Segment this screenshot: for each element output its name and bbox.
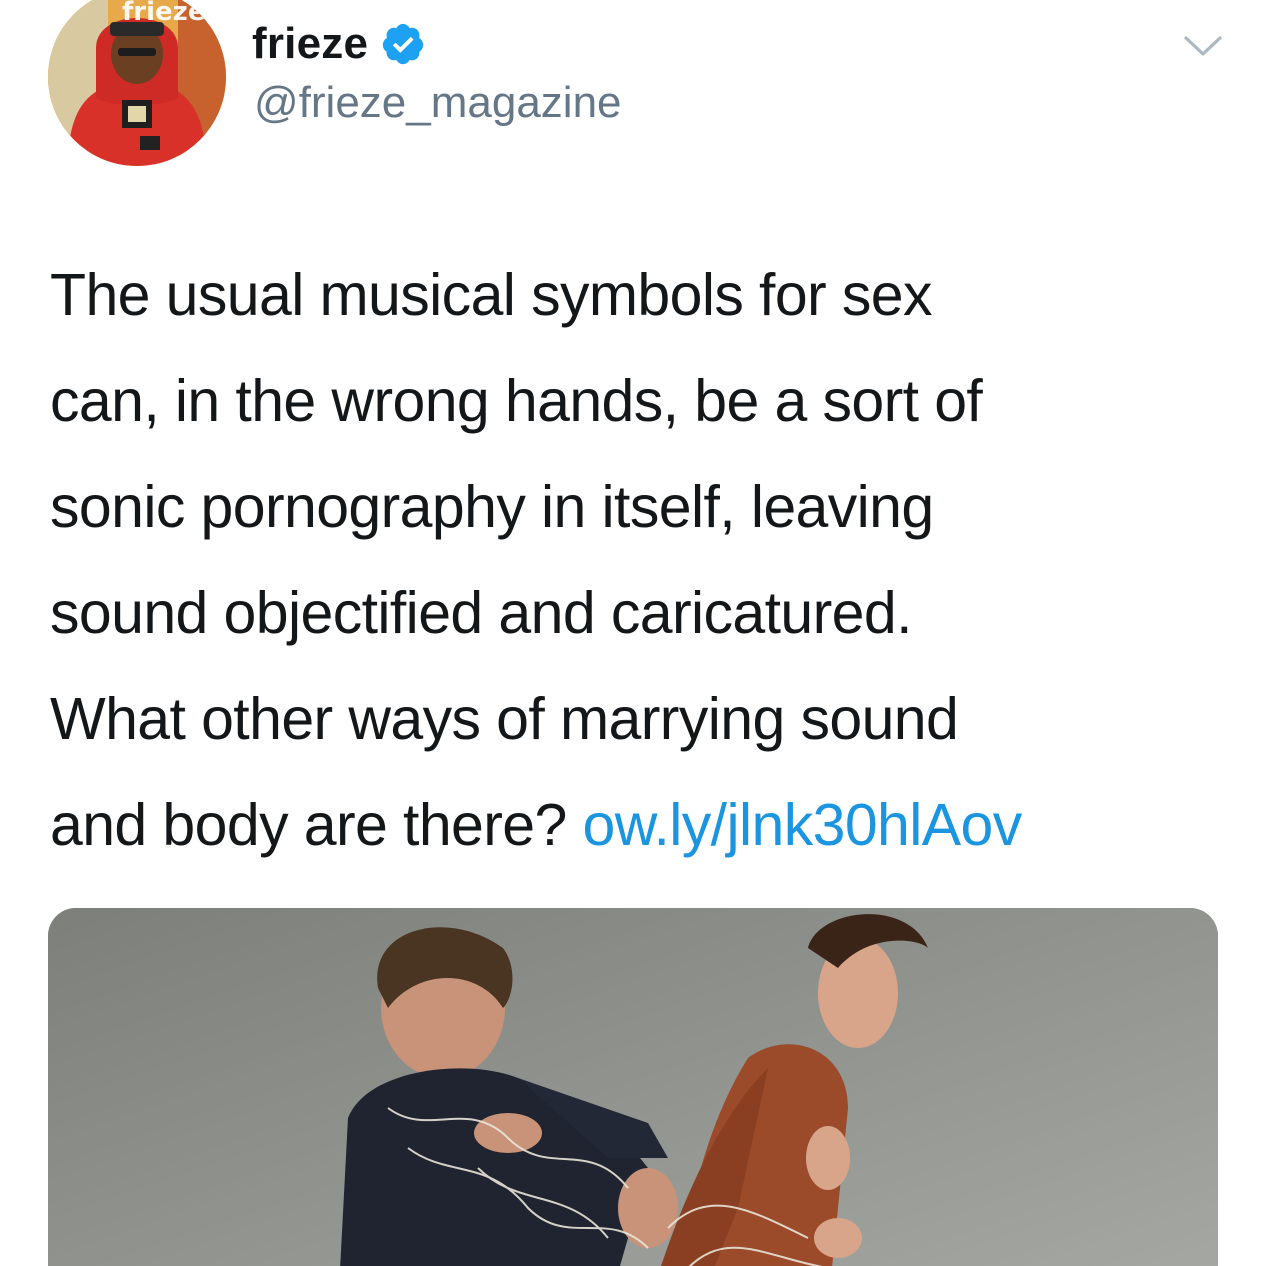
tweet-text-line: The usual musical symbols for sex (50, 262, 933, 328)
avatar-illustration: frieze (48, 0, 226, 166)
tweet-text-line: sonic pornography in itself, leaving (50, 474, 934, 540)
verified-badge-icon (383, 23, 424, 65)
tweet-text: The usual musical symbols for sex can, i… (50, 242, 1250, 878)
tweet-text-last-line: and body are there? ow.ly/jlnk30hlAov (50, 772, 1250, 878)
tweet-text-line: sound objectified and caricatured. (50, 580, 913, 646)
tweet-text-line: What other ways of marrying sound (50, 686, 959, 752)
tweet-card: frieze frieze @frieze_magazine The usual… (0, 0, 1262, 1266)
chevron-down-icon[interactable] (1180, 26, 1226, 66)
tweet-media-photo[interactable] (48, 908, 1218, 1266)
avatar[interactable]: frieze (48, 0, 226, 166)
tweet-text-line: and body are there? (50, 792, 583, 858)
avatar-logo-text: frieze (122, 0, 205, 27)
tweet-text-line: can, in the wrong hands, be a sort of (50, 368, 983, 434)
tweet-link[interactable]: ow.ly/jlnk30hlAov (583, 792, 1023, 858)
author-name-row: frieze (252, 14, 426, 74)
photo-illustration (48, 908, 1218, 1266)
display-name[interactable]: frieze (252, 19, 368, 69)
author-handle[interactable]: @frieze_magazine (254, 78, 622, 128)
